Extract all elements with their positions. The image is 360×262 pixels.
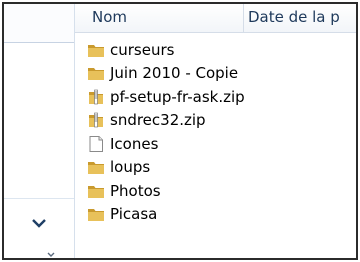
file-label: Juin 2010 - Copie xyxy=(110,64,239,83)
list-item[interactable]: loups xyxy=(75,156,356,180)
folder-icon xyxy=(88,44,104,57)
file-label: loups xyxy=(110,158,151,177)
list-item[interactable]: Icones xyxy=(75,132,356,156)
file-label: Photos xyxy=(110,181,161,200)
list-item[interactable]: Picasa xyxy=(75,203,356,227)
file-label: pf-setup-fr-ask.zip xyxy=(110,87,245,106)
column-date-label: Date de la p xyxy=(248,8,340,26)
column-name-label: Nom xyxy=(92,8,128,26)
list-item[interactable]: pf-setup-fr-ask.zip xyxy=(75,85,356,109)
file-label: Icones xyxy=(110,134,159,153)
list-item[interactable]: sndrec32.zip xyxy=(75,109,356,133)
folder-icon xyxy=(88,162,104,175)
navigation-pane-header xyxy=(4,4,74,43)
list-item[interactable]: curseurs xyxy=(75,38,356,62)
expand-arrow-icon[interactable] xyxy=(46,252,56,258)
navigation-divider xyxy=(4,198,74,199)
list-item[interactable]: Photos xyxy=(75,179,356,203)
file-label: Picasa xyxy=(110,205,158,224)
list-item[interactable]: Juin 2010 - Copie xyxy=(75,62,356,86)
folder-icon xyxy=(88,68,104,81)
explorer-window: Nom Date de la p curseurs Juin 2010 - Co… xyxy=(2,2,358,260)
chevron-down-icon[interactable] xyxy=(30,216,48,232)
file-label: sndrec32.zip xyxy=(110,111,206,130)
column-name-header[interactable]: Nom xyxy=(75,4,244,32)
file-label: curseurs xyxy=(110,40,175,59)
zip-folder-icon xyxy=(89,112,103,128)
folder-icon xyxy=(88,185,104,198)
file-icon xyxy=(89,135,103,152)
folder-icon xyxy=(88,209,104,222)
file-list: curseurs Juin 2010 - Copie pf-setup-fr-a… xyxy=(75,38,356,258)
column-date-header[interactable]: Date de la p xyxy=(244,4,356,32)
zip-folder-icon xyxy=(89,89,103,105)
navigation-pane[interactable] xyxy=(4,4,74,258)
column-header: Nom Date de la p xyxy=(75,4,356,33)
